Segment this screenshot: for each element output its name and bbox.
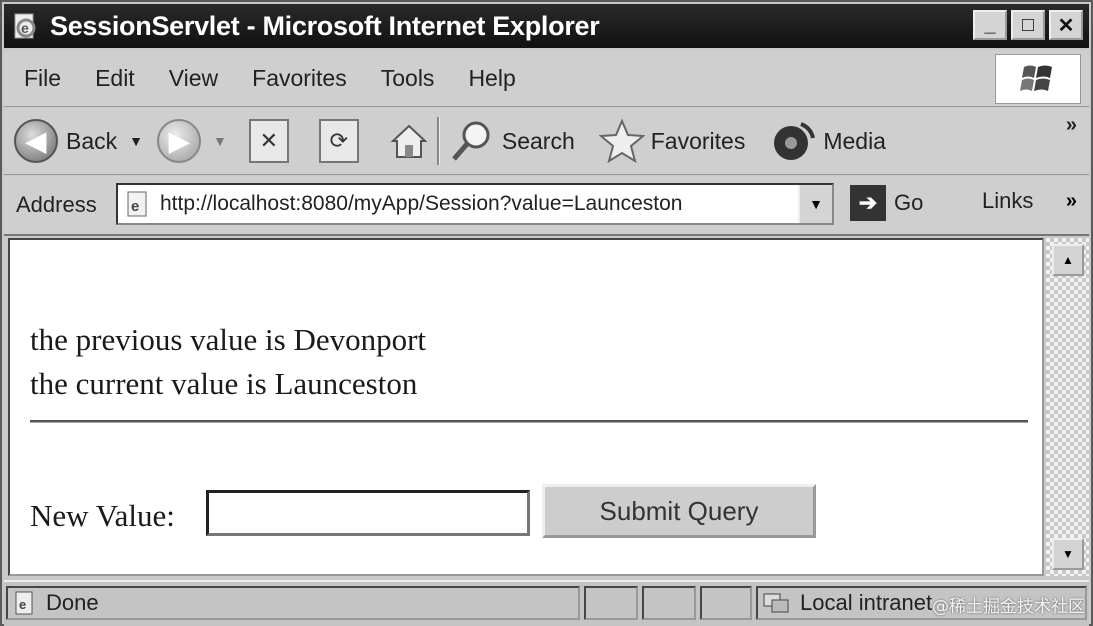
page-icon: e	[127, 191, 147, 217]
address-bar: Address e http://localhost:8080/myApp/Se…	[4, 176, 1089, 236]
submit-query-button[interactable]: Submit Query	[542, 484, 816, 538]
new-value-label: New Value:	[30, 498, 175, 533]
toolbar-overflow-icon[interactable]: »	[1066, 114, 1077, 137]
menu-help[interactable]: Help	[468, 65, 515, 92]
page-content: the previous value is Devonport the curr…	[8, 238, 1044, 576]
svg-text:e: e	[21, 20, 29, 36]
close-button[interactable]: ✕	[1049, 10, 1083, 40]
back-button[interactable]: ◀ Back ▼	[14, 119, 143, 163]
menu-view[interactable]: View	[169, 65, 218, 92]
page-done-icon: e	[15, 591, 33, 615]
horizontal-rule	[30, 420, 1028, 423]
status-text: Done	[46, 590, 99, 615]
windows-logo-icon	[995, 54, 1081, 104]
address-dropdown-icon[interactable]: ▼	[798, 185, 832, 223]
svg-text:e: e	[19, 597, 26, 612]
status-zone-text: Local intranet	[800, 590, 933, 615]
toolbar-separator	[436, 117, 440, 165]
go-button[interactable]: ➔ Go	[850, 185, 923, 221]
ie-page-icon: e	[14, 13, 36, 39]
menu-edit[interactable]: Edit	[95, 65, 135, 92]
media-label: Media	[823, 127, 886, 154]
search-button[interactable]: Search	[448, 117, 575, 165]
refresh-icon[interactable]: ⟳	[318, 119, 359, 163]
media-button[interactable]: Media	[771, 118, 886, 164]
forward-button[interactable]: ▶ ▼	[157, 119, 227, 163]
vertical-scrollbar[interactable]: ▲ ▼	[1046, 238, 1089, 576]
menu-file[interactable]: File	[24, 65, 61, 92]
forward-arrow-icon: ▶	[157, 119, 201, 163]
back-arrow-icon: ◀	[14, 119, 58, 163]
window-title: SessionServlet - Microsoft Internet Expl…	[50, 10, 600, 41]
back-dropdown-icon[interactable]: ▼	[129, 133, 143, 149]
menu-favorites[interactable]: Favorites	[252, 65, 347, 92]
favorites-star-icon	[598, 118, 645, 164]
address-input[interactable]: e http://localhost:8080/myApp/Session?va…	[116, 183, 834, 225]
links-overflow-icon[interactable]: »	[1066, 190, 1077, 213]
favorites-button[interactable]: Favorites	[598, 118, 746, 164]
menu-tools[interactable]: Tools	[381, 65, 435, 92]
go-label: Go	[894, 190, 924, 215]
scroll-up-icon[interactable]: ▲	[1052, 244, 1084, 276]
svg-text:e: e	[131, 198, 139, 215]
scroll-down-icon[interactable]: ▼	[1052, 538, 1084, 570]
browser-window: e SessionServlet - Microsoft Internet Ex…	[0, 0, 1093, 626]
media-icon	[774, 122, 816, 160]
back-label: Back	[66, 127, 118, 154]
status-pane-progress	[584, 586, 638, 620]
search-label: Search	[501, 127, 575, 154]
minimize-button[interactable]: _	[973, 10, 1007, 40]
stop-icon[interactable]: ✕	[248, 119, 289, 163]
status-bar: e Done Local intranet	[4, 580, 1089, 626]
previous-value-text: the previous value is Devonport	[30, 322, 427, 357]
links-button[interactable]: Links	[982, 188, 1033, 214]
watermark-text: @稀土掘金技术社区	[932, 597, 1085, 617]
go-arrow-icon: ➔	[850, 185, 886, 221]
address-url: http://localhost:8080/myApp/Session?valu…	[160, 192, 683, 215]
title-bar: e SessionServlet - Microsoft Internet Ex…	[4, 4, 1089, 48]
current-value-text: the current value is Launceston	[30, 366, 418, 401]
favorites-label: Favorites	[650, 127, 746, 154]
forward-dropdown-icon[interactable]: ▼	[213, 133, 227, 149]
home-icon[interactable]	[389, 119, 429, 163]
new-value-input[interactable]	[206, 490, 530, 536]
status-main-pane: e Done	[6, 586, 580, 620]
standard-toolbar: ◀ Back ▼ ▶ ▼ ✕ ⟳ Search Favorites Media …	[4, 108, 1089, 175]
status-pane-privacy	[700, 586, 752, 620]
maximize-button[interactable]: □	[1011, 10, 1045, 40]
menu-bar: File Edit View Favorites Tools Help	[4, 50, 1089, 107]
local-intranet-icon	[763, 593, 789, 613]
address-label: Address	[16, 192, 97, 217]
search-icon	[451, 121, 490, 161]
status-pane-secure	[642, 586, 696, 620]
